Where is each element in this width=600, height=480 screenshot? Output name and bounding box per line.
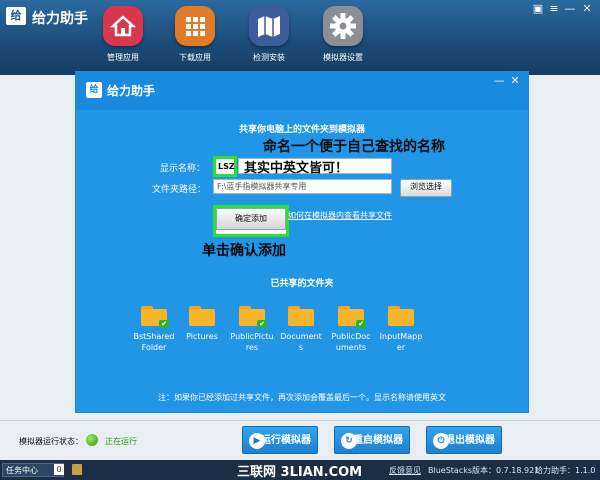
view-shared-files-link[interactable]: 如何在模拟器内查看共享文件 xyxy=(288,210,392,221)
dialog-close-button[interactable]: ✕ xyxy=(509,75,521,87)
nav-download-apps[interactable]: 下载应用 xyxy=(158,6,232,72)
shared-folder-item[interactable]: ✔ BstSharedFolder xyxy=(132,306,176,353)
assistant-version: 给力助手：1.1.0 xyxy=(535,466,596,475)
exit-emulator-button[interactable]: ⏻ 退出模拟器 xyxy=(426,426,502,454)
folder-name: PublicPictures xyxy=(230,332,274,352)
browse-button[interactable]: 浏览选择 xyxy=(400,179,452,197)
nav-label: 检测安装 xyxy=(253,53,285,62)
app-title: 给力助手 xyxy=(32,11,88,27)
play-icon: ▶ xyxy=(249,433,265,449)
folder-name: InputMapper xyxy=(379,332,423,352)
folder-name: PublicDocuments xyxy=(331,332,371,352)
confirm-add-button[interactable]: 确定添加 xyxy=(216,208,286,230)
task-count-badge: 0 xyxy=(54,464,64,475)
folder-path-input[interactable]: F:\蓝手指模拟器共享专用 xyxy=(213,179,392,194)
minimize-button[interactable]: — xyxy=(563,2,577,16)
power-icon: ⏻ xyxy=(433,433,449,449)
shared-folder-item[interactable]: ✔ PublicDocuments xyxy=(329,306,373,353)
display-name-input[interactable]: LSZ xyxy=(213,156,237,177)
nav-label: 管理应用 xyxy=(107,53,139,62)
nav-detect-install[interactable]: 检测安装 xyxy=(232,6,306,72)
menu-icon[interactable]: ≡ xyxy=(547,2,561,16)
nav-emulator-settings[interactable]: 模拟器设置 xyxy=(306,6,380,72)
run-emulator-label: 运行模拟器 xyxy=(261,435,311,446)
overwrite-note: 注：如果你已经添加过共享文件，再次添加会覆盖最后一个。显示名称请使用英文 xyxy=(158,393,446,402)
dialog-logo-icon: 给 xyxy=(86,82,102,98)
grid-icon xyxy=(175,6,215,46)
shared-folder-item[interactable]: ✔ PublicPictures xyxy=(230,306,274,353)
folder-icon: ✔ xyxy=(338,306,366,328)
map-icon xyxy=(249,6,289,46)
folder-name: Pictures xyxy=(186,332,218,341)
nav-label: 模拟器设置 xyxy=(323,53,363,62)
home-icon xyxy=(103,6,143,46)
folder-icon[interactable] xyxy=(72,464,82,475)
confirm-highlight: 确定添加 xyxy=(213,205,289,237)
shared-folder-item[interactable]: Documents xyxy=(279,306,323,353)
restart-emulator-label: 重启模拟器 xyxy=(353,435,403,446)
annotation-click-tip: 单击确认添加 xyxy=(202,243,286,259)
shared-folder-item[interactable]: InputMapper xyxy=(379,306,423,353)
dialog-title: 给力助手 xyxy=(107,84,156,98)
watermark: 三联网 3LIAN.COM xyxy=(237,465,363,480)
annotation-language-tip: 其实中英文皆可！ xyxy=(244,161,349,176)
app-logo-icon: 给 xyxy=(6,7,26,25)
share-folder-dialog: 给 给力助手 — ✕ 共享你电脑上的文件夹到模拟器 命名一个便于自己查找的名称 … xyxy=(75,71,529,413)
shared-folders-heading: 已共享的文件夹 xyxy=(270,279,334,289)
folder-name: Documents xyxy=(280,332,322,352)
exit-emulator-label: 退出模拟器 xyxy=(445,435,495,446)
dialog-minimize-button[interactable]: — xyxy=(493,75,505,87)
folder-icon xyxy=(388,306,414,326)
bluestacks-version: BlueStacks版本：0.7.18.921 xyxy=(428,466,540,475)
nav-label: 下载应用 xyxy=(179,53,211,62)
annotation-name-tip: 命名一个便于自己查找的名称 xyxy=(263,139,445,155)
display-name-label: 显示名称： xyxy=(160,164,206,174)
folder-icon: ✔ xyxy=(239,306,267,328)
skin-icon[interactable]: ▣ xyxy=(531,2,545,16)
restart-emulator-button[interactable]: ↻ 重启模拟器 xyxy=(334,426,410,454)
folder-path-label: 文件夹路径： xyxy=(152,185,207,195)
gear-icon xyxy=(323,6,363,46)
status-indicator-icon xyxy=(86,434,98,446)
shared-folder-item[interactable]: Pictures xyxy=(180,306,224,342)
emulator-status-label: 模拟器运行状态： xyxy=(19,437,83,446)
folder-icon xyxy=(288,306,314,326)
restart-icon: ↻ xyxy=(341,433,357,449)
feedback-link[interactable]: 反馈意见 xyxy=(389,465,421,476)
close-button[interactable]: ✕ xyxy=(580,2,594,16)
folder-icon xyxy=(189,306,215,326)
nav-manage-apps[interactable]: 管理应用 xyxy=(86,6,160,72)
folder-name: BstSharedFolder xyxy=(133,332,175,352)
folder-icon: ✔ xyxy=(141,306,169,328)
emulator-status-value: 正在运行 xyxy=(105,437,137,446)
share-heading: 共享你电脑上的文件夹到模拟器 xyxy=(238,125,365,135)
run-emulator-button[interactable]: ▶ 运行模拟器 xyxy=(242,426,318,454)
